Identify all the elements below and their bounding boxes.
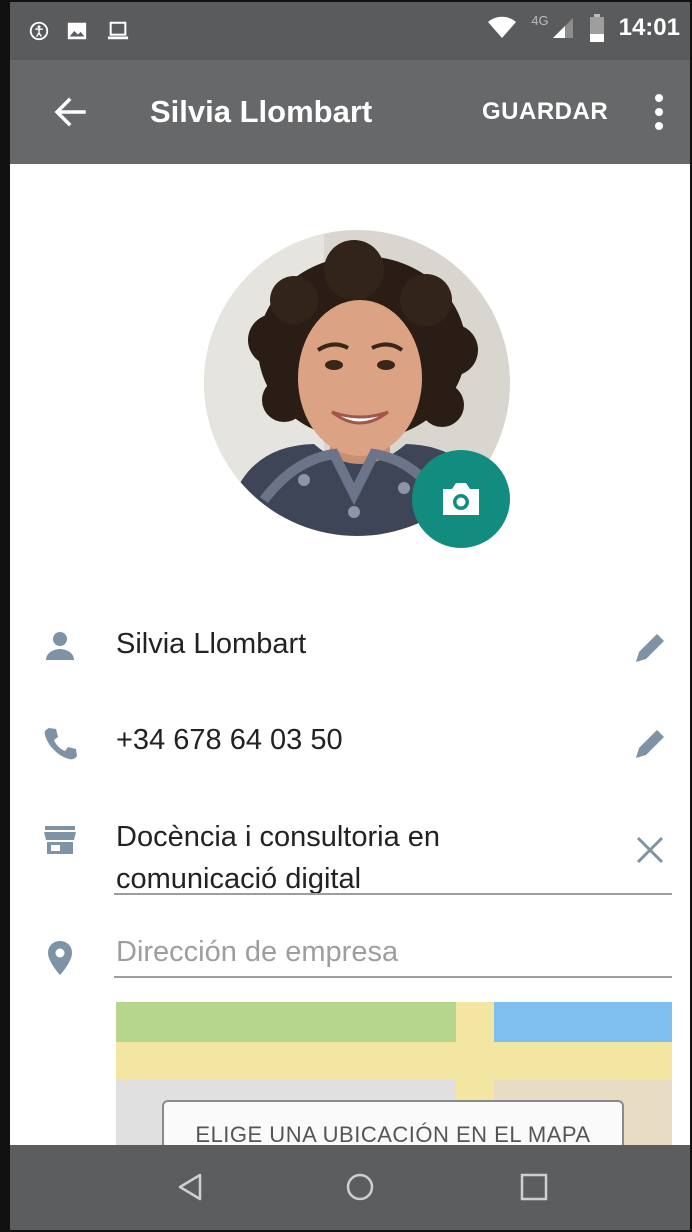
home-circle-icon[interactable]: [340, 1167, 380, 1207]
back-triangle-icon[interactable]: [170, 1167, 210, 1207]
map-preview[interactable]: ELIGE UNA UBICACIÓN EN EL MAPA: [116, 1002, 672, 1148]
business-field-underline: [114, 893, 672, 895]
store-icon: [44, 826, 76, 854]
close-icon[interactable]: [628, 828, 672, 872]
choose-location-button[interactable]: ELIGE UNA UBICACIÓN EN EL MAPA: [162, 1100, 624, 1148]
network-type: 4G: [531, 12, 549, 28]
app-bar: Silvia Llombart GUARDAR: [10, 60, 690, 164]
navigation-bar: [10, 1145, 690, 1230]
business-field[interactable]: Docència i consultoria en comunicació di…: [116, 816, 440, 900]
laptop-icon: [107, 21, 129, 40]
pencil-icon[interactable]: [628, 626, 672, 670]
save-button[interactable]: GUARDAR: [482, 98, 608, 126]
pencil-icon[interactable]: [628, 722, 672, 766]
page-title: Silvia Llombart: [150, 94, 373, 129]
phone-icon: [44, 728, 77, 760]
person-icon: [46, 632, 74, 660]
business-line-1: Docència i consultoria en: [116, 821, 441, 853]
wifi-icon: [488, 16, 517, 38]
status-bar: 4G 14:01: [10, 2, 690, 60]
address-field[interactable]: Dirección de empresa: [116, 936, 398, 969]
phone-field[interactable]: +34 678 64 03 50: [116, 724, 343, 757]
clock: 14:01: [618, 14, 680, 41]
location-pin-icon: [48, 941, 72, 975]
signal-icon: [552, 18, 573, 38]
camera-icon: [443, 483, 479, 515]
change-photo-button[interactable]: [412, 450, 510, 548]
more-vert-icon[interactable]: [644, 90, 674, 134]
recents-square-icon[interactable]: [514, 1167, 554, 1207]
image-icon: [67, 22, 87, 40]
battery-icon: [589, 14, 604, 42]
name-field[interactable]: Silvia Llombart: [116, 628, 306, 661]
accessibility-icon: [29, 21, 49, 41]
address-field-underline: [114, 976, 672, 978]
back-arrow-icon[interactable]: [48, 90, 92, 134]
